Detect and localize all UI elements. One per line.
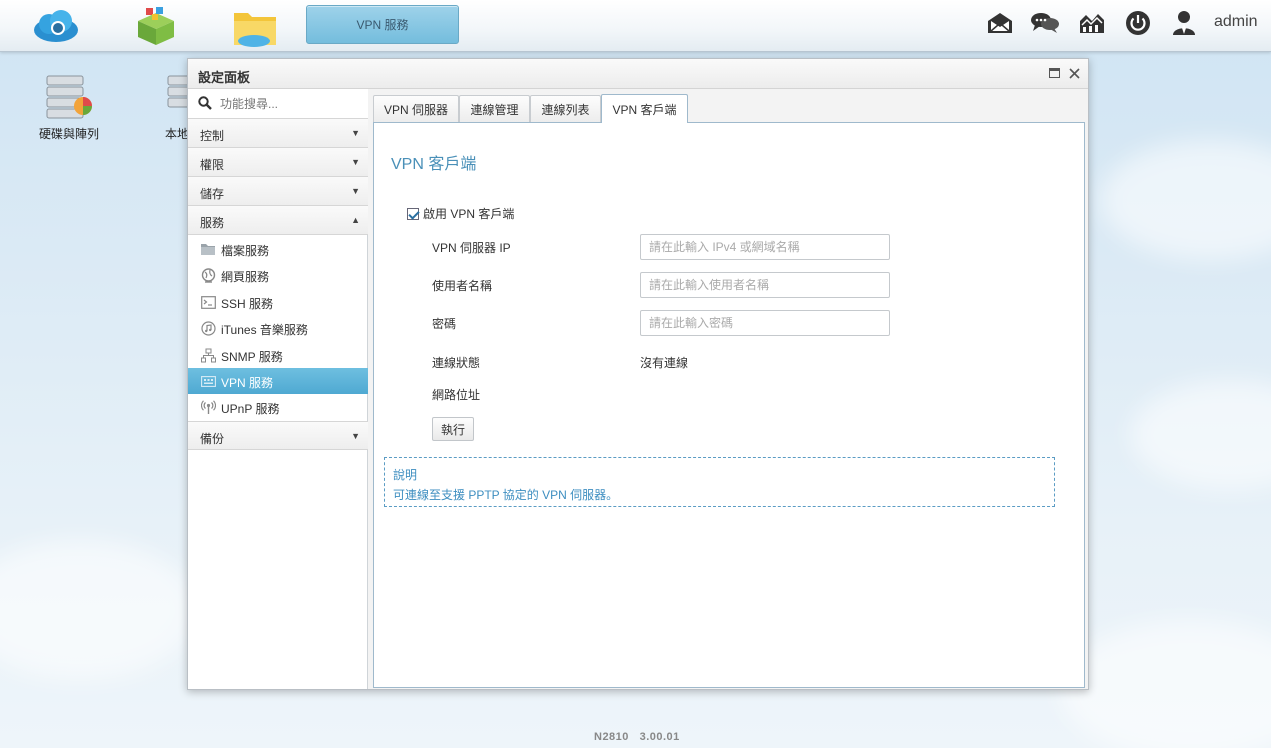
tab-vpn-client[interactable]: VPN 客戶端 (601, 94, 688, 123)
network-address-label: 網路位址 (432, 388, 481, 402)
sidebar-item-label: 網頁服務 (221, 270, 270, 284)
tab-vpn-server[interactable]: VPN 伺服器 (373, 95, 459, 123)
sidebar-category-backup[interactable]: 備份 ▼ (188, 421, 368, 450)
caret-up-icon: ▲ (351, 215, 360, 225)
caret-down-icon: ▼ (351, 157, 360, 167)
sidebar-item-ssh-service[interactable]: SSH 服務 (188, 289, 368, 315)
desktop-icon-disk-array[interactable]: 硬碟與陣列 (24, 72, 114, 142)
user-icon[interactable] (1167, 6, 1201, 40)
search-icon (198, 96, 212, 113)
tab-label: 連線列表 (541, 103, 590, 117)
cloud-app-icon[interactable] (30, 4, 82, 48)
sidebar-item-label: SNMP 服務 (221, 350, 283, 364)
sidebar-category-storage[interactable]: 儲存 ▼ (188, 177, 368, 206)
username-label: 使用者名稱 (432, 279, 493, 293)
desktop-icon-label: 硬碟與陣列 (38, 127, 99, 141)
background-cloud (1060, 620, 1271, 748)
user-name[interactable]: admin (1214, 13, 1258, 31)
folder-icon (200, 241, 216, 257)
connection-status-label: 連線狀態 (432, 356, 481, 370)
maximize-icon[interactable] (1046, 65, 1062, 81)
model-name: N2810 (594, 731, 629, 743)
tab-label: 連線管理 (470, 103, 519, 117)
chat-icon[interactable] (1028, 6, 1062, 40)
settings-window: 設定面板 控制 ▼ 權限 ▼ 儲存 ▼ 服務 ▲ (187, 58, 1089, 690)
firmware-version: 3.00.01 (639, 731, 680, 743)
model-version: N2810 3.00.01 (594, 731, 680, 743)
sidebar-item-label: UPnP 服務 (221, 402, 280, 416)
file-manager-icon[interactable] (231, 4, 279, 48)
category-label: 控制 (200, 129, 225, 143)
password-input[interactable] (640, 310, 890, 336)
taskbar-app-vpn[interactable]: VPN 服務 (306, 5, 459, 44)
sidebar-item-vpn-service[interactable]: VPN 服務 (188, 368, 368, 394)
description-box: 說明 可連線至支援 PPTP 協定的 VPN 伺服器。 (384, 457, 1055, 507)
taskbar: VPN 服務 admin (0, 0, 1271, 52)
category-label: 權限 (200, 158, 225, 172)
vpn-client-panel: VPN 客戶端 啟用 VPN 客戶端 VPN 伺服器 IP 使用者名稱 密碼 連… (373, 122, 1085, 688)
caret-down-icon: ▼ (351, 431, 360, 441)
antenna-icon (200, 399, 216, 415)
window-title: 設定面板 (198, 70, 251, 85)
run-button[interactable]: 執行 (432, 417, 474, 441)
enable-vpn-client-row: 啟用 VPN 客戶端 (407, 205, 514, 222)
message-icon[interactable] (983, 6, 1017, 40)
sidebar-item-upnp-service[interactable]: UPnP 服務 (188, 394, 368, 420)
server-ip-label: VPN 伺服器 IP (432, 241, 511, 255)
background-cloud (1130, 380, 1271, 490)
connection-status-value: 沒有連線 (640, 356, 689, 370)
description-body: 可連線至支援 PPTP 協定的 VPN 伺服器。 (393, 488, 619, 502)
terminal-icon (200, 294, 216, 310)
window-titlebar[interactable]: 設定面板 (188, 59, 1088, 89)
sidebar-category-privilege[interactable]: 權限 ▼ (188, 148, 368, 177)
sidebar-item-label: SSH 服務 (221, 297, 274, 311)
monitor-icon[interactable] (1075, 6, 1109, 40)
tab-connection-list[interactable]: 連線列表 (530, 95, 601, 123)
sidebar-item-label: 檔案服務 (221, 244, 270, 258)
sidebar-category-services[interactable]: 服務 ▲ (188, 206, 368, 235)
username-input[interactable] (640, 272, 890, 298)
description-heading: 說明 (393, 468, 418, 482)
close-icon[interactable] (1066, 65, 1082, 81)
category-label: 備份 (200, 432, 225, 446)
background-cloud (0, 540, 200, 680)
sidebar-category-control[interactable]: 控制 ▼ (188, 119, 368, 148)
sidebar-item-label: VPN 服務 (221, 376, 274, 390)
sidebar-item-itunes-service[interactable]: iTunes 音樂服務 (188, 315, 368, 341)
tab-connection-management[interactable]: 連線管理 (459, 95, 530, 123)
tab-label: VPN 客戶端 (612, 102, 677, 117)
page-title: VPN 客戶端 (391, 156, 477, 173)
app-center-icon[interactable] (130, 4, 182, 48)
network-icon (200, 347, 216, 363)
function-search (188, 89, 368, 119)
desktop-icon-label: 本地 (165, 127, 190, 141)
category-label: 儲存 (200, 187, 225, 201)
taskbar-app-label: VPN 服務 (356, 18, 409, 32)
sidebar-item-web-service[interactable]: 網頁服務 (188, 262, 368, 288)
enable-vpn-client-checkbox[interactable] (407, 207, 419, 220)
server-ip-input[interactable] (640, 234, 890, 260)
vpn-icon (200, 373, 216, 389)
music-icon (200, 320, 216, 336)
background-cloud (1100, 140, 1271, 260)
sidebar-item-file-service[interactable]: 檔案服務 (188, 236, 368, 262)
password-label: 密碼 (432, 317, 457, 331)
enable-vpn-client-label[interactable]: 啟用 VPN 客戶端 (423, 205, 514, 222)
category-label: 服務 (200, 216, 225, 230)
caret-down-icon: ▼ (351, 186, 360, 196)
caret-down-icon: ▼ (351, 128, 360, 138)
sidebar-item-snmp-service[interactable]: SNMP 服務 (188, 342, 368, 368)
tab-label: VPN 伺服器 (383, 103, 448, 117)
desktop-icon-local[interactable]: 本地 (144, 72, 190, 142)
settings-sidebar: 控制 ▼ 權限 ▼ 儲存 ▼ 服務 ▲ 檔案服務 網頁服務 (188, 89, 368, 689)
disk-array-icon (46, 75, 92, 119)
power-icon[interactable] (1121, 6, 1155, 40)
globe-icon (200, 267, 216, 283)
sidebar-item-label: iTunes 音樂服務 (221, 323, 308, 337)
search-input[interactable] (220, 95, 360, 113)
